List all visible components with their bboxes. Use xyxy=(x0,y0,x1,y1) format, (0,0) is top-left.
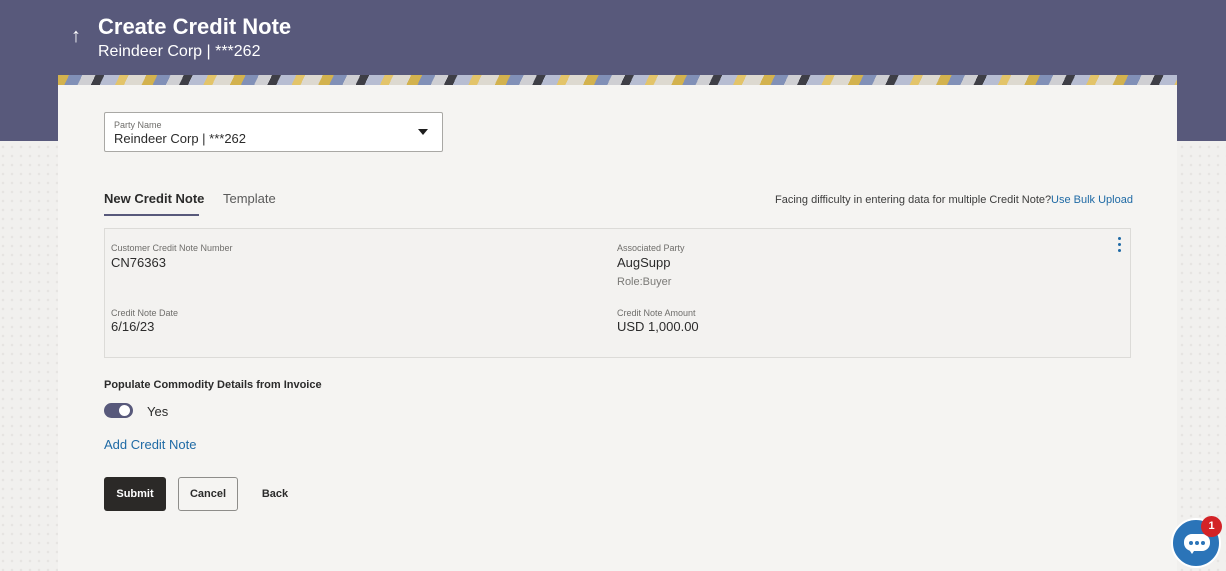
kebab-menu-icon[interactable] xyxy=(1114,236,1126,254)
credit-note-details: Customer Credit Note Number CN76363 Asso… xyxy=(104,228,1131,358)
chat-icon-tail xyxy=(1188,548,1196,554)
back-button[interactable]: Back xyxy=(254,477,296,511)
populate-commodity-toggle[interactable] xyxy=(104,403,133,418)
add-credit-note-link[interactable]: Add Credit Note xyxy=(104,437,197,452)
credit-note-amount-label: Credit Note Amount xyxy=(617,308,696,318)
associated-party-role: Role:Buyer xyxy=(617,276,672,288)
active-tab-indicator xyxy=(104,214,199,216)
populate-commodity-label: Populate Commodity Details from Invoice xyxy=(104,379,322,391)
party-name-label: Party Name xyxy=(114,120,162,130)
credit-note-date-value: 6/16/23 xyxy=(111,319,155,334)
page-subtitle: Reindeer Corp | ***262 xyxy=(98,43,261,60)
tab-template[interactable]: Template xyxy=(223,191,276,207)
tab-new-credit-note[interactable]: New Credit Note xyxy=(104,191,204,207)
credit-note-number-label: Customer Credit Note Number xyxy=(111,243,233,253)
arrow-up-icon[interactable]: ↑ xyxy=(66,24,86,48)
associated-party-label: Associated Party xyxy=(617,243,685,253)
chat-notification-badge: 1 xyxy=(1201,516,1222,537)
submit-button[interactable]: Submit xyxy=(104,477,166,511)
header-pattern-strip xyxy=(58,75,1177,85)
credit-note-amount-value: USD 1,000.00 xyxy=(617,319,699,334)
cancel-button[interactable]: Cancel xyxy=(178,477,238,511)
bulk-upload-link[interactable]: Use Bulk Upload xyxy=(1051,194,1133,206)
bulk-upload-hint: Facing difficulty in entering data for m… xyxy=(775,194,1052,206)
credit-note-number-value: CN76363 xyxy=(111,255,166,270)
associated-party-value: AugSupp xyxy=(617,255,671,270)
page-title: Create Credit Note xyxy=(98,14,292,39)
toggle-knob xyxy=(119,405,130,416)
caret-down-icon xyxy=(418,129,428,135)
party-name-select[interactable]: Party Name Reindeer Corp | ***262 xyxy=(104,112,443,152)
toggle-state-text: Yes xyxy=(147,404,169,419)
party-name-value: Reindeer Corp | ***262 xyxy=(114,131,247,146)
credit-note-date-label: Credit Note Date xyxy=(111,308,179,318)
